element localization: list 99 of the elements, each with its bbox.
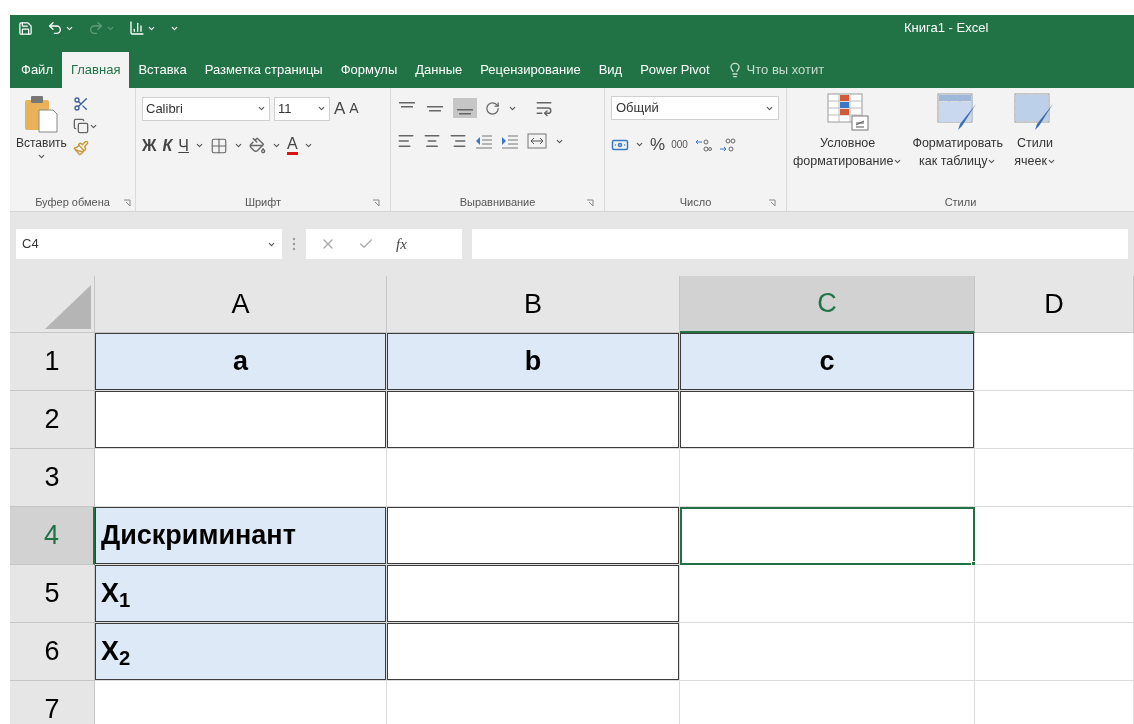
- table-cell[interactable]: [975, 333, 1134, 391]
- conditional-format-icon[interactable]: [825, 92, 870, 132]
- styles-button[interactable]: Форматировать как таблицу: [910, 92, 1006, 170]
- caret-icon[interactable]: [272, 141, 281, 150]
- table-cell[interactable]: [975, 507, 1134, 565]
- table-cell[interactable]: [975, 391, 1134, 449]
- window-title: Книга1 - Excel: [904, 19, 989, 38]
- merge-cells-icon[interactable]: [527, 133, 547, 149]
- thousands-button[interactable]: 000: [671, 137, 688, 153]
- caret-icon[interactable]: [303, 141, 313, 150]
- row-header[interactable]: 1: [10, 333, 95, 391]
- percent-button[interactable]: %: [650, 132, 666, 158]
- italic-button[interactable]: К: [162, 133, 173, 158]
- table-cell[interactable]: [680, 449, 975, 507]
- table-cell[interactable]: X$_{1}$: [95, 565, 387, 623]
- tell-me-field[interactable]: Что вы хотит: [746, 60, 825, 80]
- table-cell[interactable]: Дискриминант: [95, 507, 387, 565]
- table-cell[interactable]: [95, 449, 387, 507]
- column-header[interactable]: A: [95, 276, 387, 333]
- table-cell[interactable]: [975, 449, 1134, 507]
- table-cell[interactable]: [680, 391, 975, 449]
- table-cell[interactable]: a: [95, 333, 387, 391]
- ribbon-tab[interactable]: Файл: [12, 52, 62, 88]
- group-label: Буфер обмена: [35, 194, 110, 210]
- group-label: Шрифт: [244, 194, 282, 210]
- row-header[interactable]: 3: [10, 449, 95, 507]
- ribbon-tab[interactable]: Формулы: [331, 52, 407, 88]
- wrap-text-icon[interactable]: [535, 99, 553, 117]
- decrease-indent-icon[interactable]: [475, 133, 493, 149]
- launcher-icon[interactable]: [768, 199, 776, 207]
- ribbon-tab[interactable]: Вставка: [129, 52, 196, 88]
- font-color-button[interactable]: A: [287, 136, 298, 155]
- corner-triangle-icon: [45, 285, 91, 329]
- ribbon-tab[interactable]: Данные: [406, 52, 472, 88]
- grip-icon: [292, 236, 296, 252]
- align-right-icon[interactable]: [449, 132, 467, 150]
- table-cell[interactable]: c: [680, 333, 975, 391]
- table-cell[interactable]: [387, 391, 680, 449]
- table-cell[interactable]: [975, 565, 1134, 623]
- bold-button[interactable]: Ж: [142, 133, 157, 158]
- grow-font-button[interactable]: A: [334, 96, 346, 122]
- table-cell[interactable]: X$_{2}$: [95, 623, 387, 681]
- table-cell[interactable]: [387, 449, 680, 507]
- row-header[interactable]: 7: [10, 681, 95, 724]
- ribbon-tab[interactable]: Вид: [589, 52, 632, 88]
- group-label: Выравнивание: [459, 194, 536, 210]
- column-header[interactable]: D: [975, 276, 1134, 333]
- table-cell[interactable]: [680, 623, 975, 681]
- align-left-icon[interactable]: [397, 132, 415, 150]
- ribbon-tab[interactable]: Power Pivot: [631, 52, 719, 88]
- table-cell[interactable]: [387, 623, 680, 681]
- undo-icon[interactable]: [47, 20, 63, 36]
- launcher-icon[interactable]: [372, 199, 380, 207]
- launcher-icon[interactable]: [123, 199, 131, 207]
- name-box[interactable]: C4: [16, 229, 282, 259]
- chart-icon[interactable]: [129, 20, 145, 36]
- increase-indent-icon[interactable]: [501, 133, 519, 149]
- shrink-font-button[interactable]: A: [349, 98, 359, 120]
- column-header[interactable]: B: [387, 276, 680, 333]
- row-header[interactable]: 6: [10, 623, 95, 681]
- underline-button[interactable]: Ч: [178, 133, 189, 158]
- scissors-icon[interactable]: [72, 96, 89, 112]
- row-header[interactable]: 5: [10, 565, 95, 623]
- clipboard-icon: [23, 94, 60, 134]
- formula-field[interactable]: [472, 229, 1128, 259]
- table-cell[interactable]: [387, 565, 680, 623]
- insert-function-button[interactable]: fx: [396, 232, 407, 256]
- save-icon[interactable]: [18, 20, 33, 36]
- table-cell[interactable]: [387, 507, 680, 565]
- paste-button[interactable]: Вставить: [16, 94, 67, 161]
- number-format-field[interactable]: Общий: [611, 96, 779, 120]
- row-header[interactable]: 4: [10, 507, 95, 565]
- decrease-decimal-icon[interactable]: [717, 136, 736, 153]
- font-name-field[interactable]: Calibri: [142, 96, 270, 121]
- paint-bucket-icon[interactable]: [249, 137, 266, 154]
- table-cell[interactable]: b: [387, 333, 680, 391]
- launcher-icon[interactable]: [586, 199, 594, 207]
- row-header[interactable]: 2: [10, 391, 95, 449]
- group-label: Стили: [944, 194, 977, 210]
- table-cell[interactable]: [680, 507, 975, 565]
- caret-icon[interactable]: [195, 141, 204, 150]
- ribbon-tab[interactable]: Рецензирование: [471, 52, 590, 88]
- styles-button[interactable]: Условное форматирование: [791, 92, 905, 170]
- column-header[interactable]: C: [680, 276, 975, 333]
- ribbon-tab[interactable]: Главная: [61, 52, 130, 88]
- rotate-icon[interactable]: [485, 100, 500, 116]
- table-cell[interactable]: [95, 391, 387, 449]
- align-center-icon[interactable]: [423, 132, 441, 150]
- group-label: Число: [679, 194, 712, 210]
- font-size-field[interactable]: 11: [274, 96, 330, 121]
- table-cell[interactable]: [975, 623, 1134, 681]
- caret-icon[interactable]: [36, 152, 46, 161]
- ribbon-tab[interactable]: Разметка страницы: [195, 52, 332, 88]
- increase-decimal-icon[interactable]: [693, 136, 712, 153]
- caret-icon[interactable]: [234, 141, 243, 150]
- copy-icon[interactable]: [72, 118, 89, 134]
- styles-button[interactable]: Стили ячеек: [1011, 92, 1060, 170]
- borders-icon[interactable]: [210, 136, 228, 155]
- table-cell[interactable]: [680, 565, 975, 623]
